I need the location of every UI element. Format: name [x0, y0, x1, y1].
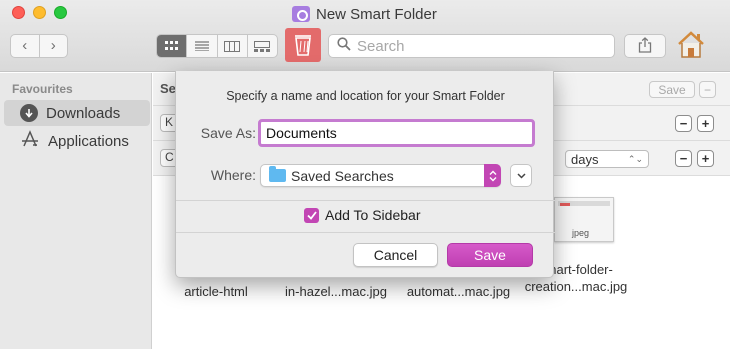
add-rule-button[interactable]: + — [697, 150, 714, 167]
where-popup-value: Saved Searches — [291, 167, 394, 184]
window-title: New Smart Folder — [292, 4, 437, 24]
sidebar-item-downloads[interactable]: Downloads — [4, 100, 150, 126]
back-forward-buttons: ‹ › — [10, 34, 68, 58]
trash-icon[interactable] — [285, 28, 321, 62]
forward-button[interactable]: › — [38, 35, 68, 57]
save-button[interactable]: Save — [447, 243, 533, 267]
sidebar-item-label: Downloads — [46, 104, 121, 122]
sidebar: Favourites Downloads Applications — [0, 73, 152, 349]
minimize-window-button[interactable] — [33, 6, 46, 19]
divider — [176, 232, 555, 233]
share-icon — [638, 36, 652, 56]
smart-folder-save-button[interactable]: Save — [649, 81, 695, 98]
file-name[interactable]: in-hazel...mac.jpg — [281, 283, 391, 300]
days-popup[interactable]: days ⌃⌄ — [565, 150, 649, 168]
close-window-button[interactable] — [12, 6, 25, 19]
file-thumbnail[interactable]: jpeg — [554, 197, 614, 242]
add-to-sidebar-option[interactable]: Add To Sidebar — [304, 207, 420, 223]
view-mode-selector — [156, 34, 278, 58]
applications-icon — [20, 129, 40, 153]
remove-rule-button[interactable]: − — [675, 115, 692, 132]
remove-criteria-button[interactable]: − — [699, 81, 716, 98]
folder-icon — [269, 166, 286, 182]
search-input[interactable] — [357, 37, 597, 55]
sidebar-item-label: Applications — [48, 132, 129, 150]
gallery-view-icon[interactable] — [246, 35, 277, 57]
days-popup-label: days — [571, 151, 599, 167]
thumbnail-type-label: jpeg — [572, 228, 590, 238]
add-rule-button[interactable]: + — [697, 115, 714, 132]
file-name[interactable]: automat...mac.jpg — [401, 283, 516, 300]
zoom-window-button[interactable] — [54, 6, 67, 19]
window-toolbar: New Smart Folder ‹ › — [0, 0, 730, 72]
where-popup[interactable]: Saved Searches — [260, 164, 501, 187]
smart-folder-icon — [292, 6, 310, 22]
window-title-text: New Smart Folder — [316, 5, 437, 23]
search-icon — [337, 37, 351, 55]
chevron-down-icon — [516, 171, 526, 181]
list-view-icon[interactable] — [186, 35, 216, 57]
add-to-sidebar-label: Add To Sidebar — [325, 207, 421, 223]
home-icon[interactable] — [676, 30, 706, 60]
sidebar-header: Favourites — [12, 82, 73, 96]
save-smart-folder-sheet: Specify a name and location for your Sma… — [175, 71, 555, 278]
search-field[interactable] — [328, 34, 615, 58]
downloads-icon — [20, 104, 38, 122]
chevron-updown-icon — [484, 164, 501, 187]
remove-rule-button[interactable]: − — [675, 150, 692, 167]
where-label: Where: — [210, 167, 256, 183]
file-name[interactable]: article-html — [171, 283, 261, 300]
search-scope-label: Se — [160, 81, 176, 96]
grid-view-icon[interactable] — [157, 35, 187, 57]
expand-browser-button[interactable] — [510, 164, 532, 187]
back-button[interactable]: ‹ — [11, 35, 39, 57]
sidebar-item-applications[interactable]: Applications — [4, 128, 150, 154]
dialog-message: Specify a name and location for your Sma… — [226, 89, 505, 103]
column-view-icon[interactable] — [216, 35, 247, 57]
save-as-label: Save As: — [200, 125, 256, 141]
add-to-sidebar-checkbox[interactable] — [304, 207, 319, 223]
chevron-updown-icon: ⌃⌄ — [627, 153, 643, 164]
save-as-field[interactable] — [258, 119, 535, 147]
cancel-button[interactable]: Cancel — [353, 243, 438, 267]
divider — [176, 200, 555, 201]
share-button[interactable] — [624, 34, 666, 58]
